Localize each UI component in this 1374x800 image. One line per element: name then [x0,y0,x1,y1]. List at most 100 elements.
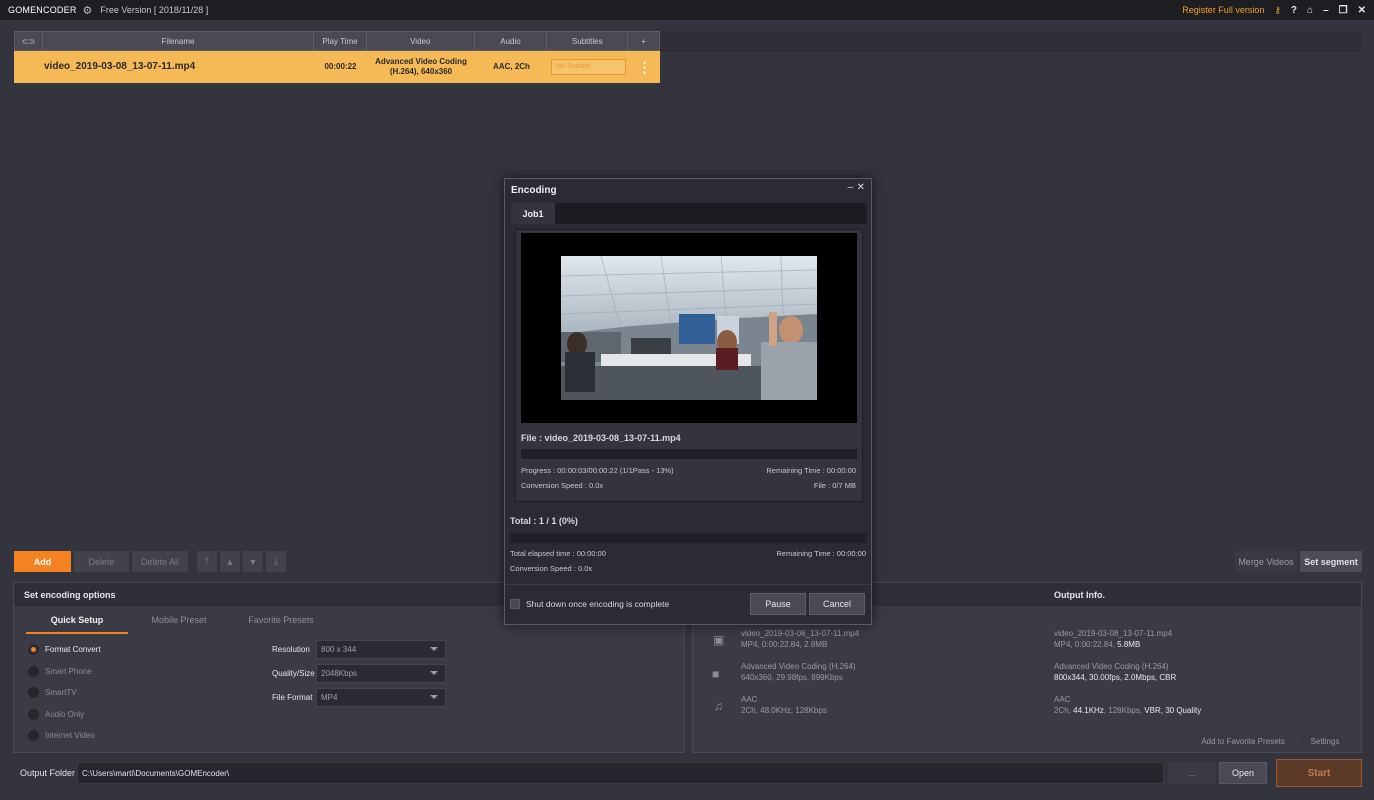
tab-favorite-presets[interactable]: Favorite Presets [230,606,332,634]
total-remaining-text: Remaining Time : 00:00:00 [776,549,866,558]
encoding-dialog: Encoding – ✕ Job1 File: video_2019-03-0… [504,178,872,625]
add-to-favorite-presets-button[interactable]: Add to Favorite Presets [1190,732,1296,751]
header-playtime[interactable]: Play Time [314,32,367,50]
video-preview [521,233,857,423]
title-bar: GOMENCODER ⚙ Free Version [ 2018/11/28 ]… [0,0,1374,20]
header-filename[interactable]: Filename [43,32,315,50]
file-format-select[interactable]: MP4 [316,688,446,707]
row-audio: AAC, 2Ch [493,62,530,72]
row-video-line2: (H.264), 640x360 [389,67,453,76]
output-file-info: video_2019-03-08_13-07-11.mp4 MP4, 0:00:2… [1054,629,1173,649]
tab-quick-setup[interactable]: Quick Setup [26,606,128,634]
table-header-filler [660,31,1362,51]
radio-format-convert[interactable]: Format Convert [28,644,101,655]
header-video[interactable]: Video [367,32,475,50]
quality-label: Quality/Size [272,669,315,678]
radio-smarttv[interactable]: SmartTV [28,687,77,698]
move-bottom-icon[interactable]: ⤓ [266,551,286,572]
shutdown-label: Shut down once encoding is complete [526,599,670,609]
merge-videos-button[interactable]: Merge Videos [1235,551,1297,572]
dialog-footer: Shut down once encoding is complete Paus… [505,584,871,624]
current-file-label: File : video_2019-03-08_13-07-11.mp4 [521,433,681,443]
input-file-info: video_2019-03-08_13-07-11.mp4 MP4, 0:00:2… [741,629,860,649]
output-folder-field[interactable]: C:\Users\marti\Documents\GOMEncoder\ [77,762,1164,784]
header-audio[interactable]: Audio [475,32,548,50]
restore-icon[interactable]: ❐ [1339,5,1348,16]
output-video-info: Advanced Video Coding (H.264) 800x344, 30… [1054,662,1177,682]
help-icon[interactable]: ? [1291,5,1297,16]
quality-select[interactable]: 2048Kbps [316,664,446,683]
version-label: Free Version [ 2018/11/28 ] [100,5,209,15]
app-logo: GOMENCODER [8,5,77,15]
input-video-info: Advanced Video Coding (H.264) 640x360, 29… [741,662,856,682]
row-video: Advanced Video Coding (H.264), 640x360 [367,51,475,83]
file-remaining-text: Remaining Time : 00:00:00 [766,466,856,475]
chevron-down-icon [430,647,438,651]
file-size-text: File : 0/7 MB [813,481,856,490]
tab-mobile-preset[interactable]: Mobile Preset [128,606,230,634]
dialog-close-icon[interactable]: ✕ [857,182,865,193]
row-menu-icon[interactable]: ⋮ [629,51,660,83]
total-progress-bar [510,533,867,543]
file-format-label: File Format [272,693,313,702]
set-segment-button[interactable]: Set segment [1300,551,1362,572]
file-progress-bar [521,449,857,459]
add-button[interactable]: Add [14,551,71,572]
table-header: ⊂⊃ Filename Play Time Video Audio Subtit… [14,31,660,51]
total-elapsed-text: Total elapsed time : 00:00:00 [510,549,606,558]
total-speed-text: Conversion Speed : 0.0x [510,564,593,573]
row-video-line1: Advanced Video Coding [375,57,467,67]
minimize-icon[interactable]: – [1323,5,1329,16]
output-info-title: Output Info. [1054,589,1105,600]
gear-icon[interactable]: ⚙ [83,4,93,17]
radio-internet-video[interactable]: Internet Video [28,730,95,741]
cancel-button[interactable]: Cancel [809,593,865,615]
row-subtitle-cell: No Subtitle [548,51,629,83]
total-progress-label: Total : 1 / 1 (0%) [510,516,578,526]
close-icon[interactable]: ✕ [1358,5,1366,16]
browse-button[interactable]: ... [1168,762,1216,784]
chevron-down-icon [430,671,438,675]
shutdown-checkbox[interactable]: Shut down once encoding is complete [510,599,669,609]
header-subtitles[interactable]: Subtitles [547,32,629,50]
music-note-icon: ♫ [714,699,723,713]
pause-button[interactable]: Pause [750,593,806,615]
job-tab-bar: Job1 [511,203,867,224]
job-panel: File : video_2019-03-08_13-07-11.mp4 Pro… [515,229,863,502]
radio-audio-only[interactable]: Audio Only [28,709,84,720]
start-button[interactable]: Start [1276,759,1362,787]
file-progress-text: Progress : 00:00:03/00:00:22 (1/1Pass - … [521,466,674,475]
file-speed-text: Conversion Speed : 0.0x [521,481,604,490]
video-camera-icon: ■ [712,667,720,681]
subtitle-select[interactable]: No Subtitle [551,59,626,75]
home-icon[interactable]: ⌂ [1307,5,1313,16]
key-icon[interactable]: ⚷ [1274,5,1281,16]
row-filename: video_2019-03-08_13-07-11.mp4 [44,61,196,72]
link-icon[interactable]: ⊂⊃ [15,32,43,50]
resolution-select[interactable]: 800 x 344 [316,640,446,659]
delete-all-button[interactable]: Delete All [132,551,188,572]
file-icon: ▣ [713,633,725,647]
dialog-minimize-icon[interactable]: – [847,182,853,193]
open-button[interactable]: Open [1219,762,1267,784]
add-column-button[interactable]: + [628,32,659,50]
output-audio-info: AAC 2Ch, 44.1KHz, 128Kbps, VBR, 30 Qualit… [1054,695,1202,715]
move-top-icon[interactable]: ⤒ [197,551,217,572]
move-up-icon[interactable]: ▲ [220,551,240,572]
row-playtime: 00:00:22 [324,62,357,72]
video-frame [561,256,817,400]
row-spacer [14,51,42,83]
chevron-down-icon [430,695,438,699]
register-link[interactable]: Register Full version [1182,5,1264,15]
resolution-label: Resolution [272,645,310,654]
move-down-icon[interactable]: ▼ [243,551,263,572]
delete-button[interactable]: Delete [74,551,129,572]
output-folder-label: Output Folder [20,768,76,778]
radio-smart-phone[interactable]: Smart Phone [28,666,92,677]
settings-button[interactable]: Settings [1298,732,1352,751]
input-audio-info: AAC 2Ch, 48.0KHz, 128Kbps [741,695,827,715]
table-row[interactable]: video_2019-03-08_13-07-11.mp4 00:00:22 A… [14,51,660,83]
checkbox-box[interactable] [510,599,520,609]
file-table: ⊂⊃ Filename Play Time Video Audio Subtit… [14,31,660,83]
tab-job1[interactable]: Job1 [511,203,555,224]
